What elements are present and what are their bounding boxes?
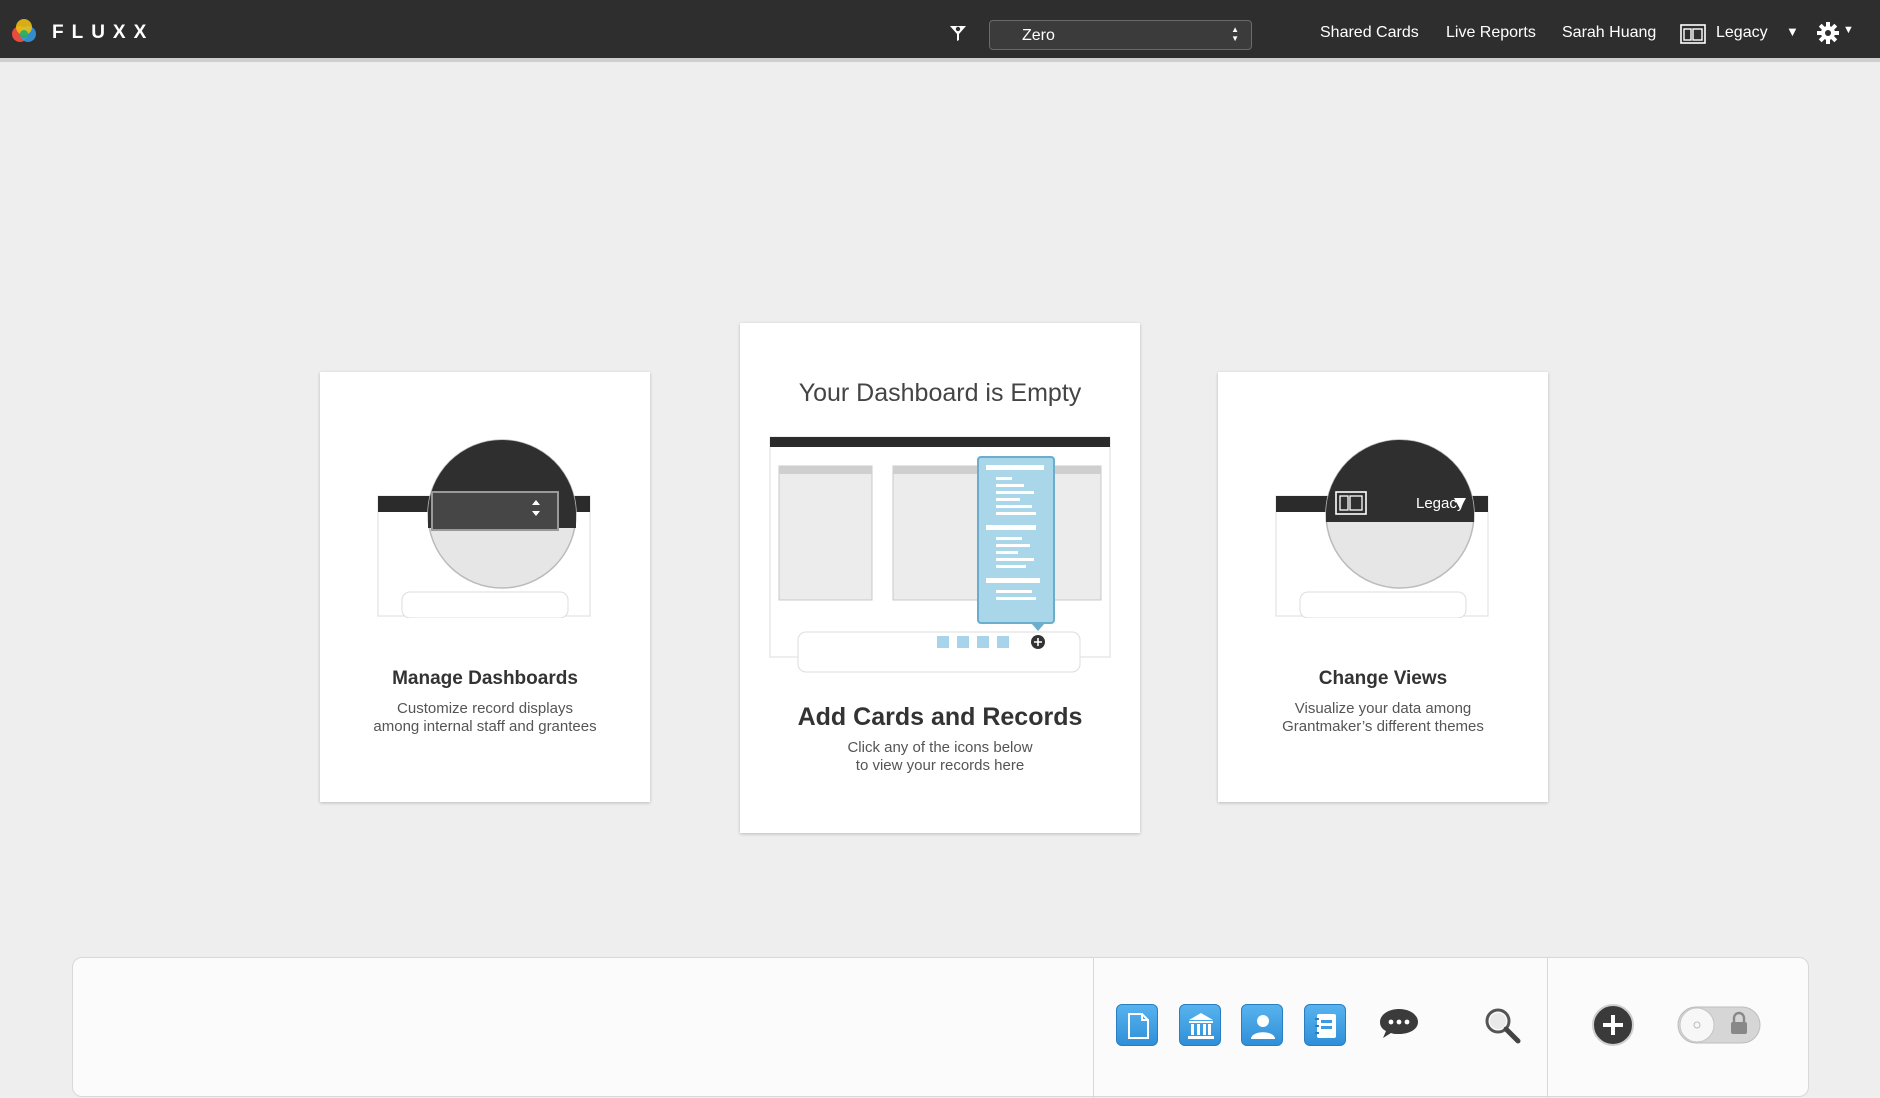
dashboard-select[interactable]: Zero ▲ ▼ (989, 20, 1252, 50)
institution-button[interactable] (1179, 1004, 1221, 1046)
legacy-view-icon[interactable] (1680, 24, 1706, 44)
notebook-button[interactable] (1304, 1004, 1346, 1046)
dock-divider (1547, 958, 1548, 1098)
gear-caret-icon[interactable]: ▼ (1843, 24, 1854, 36)
bottom-dock (72, 957, 1809, 1098)
search-icon[interactable] (1482, 1005, 1522, 1045)
add-icon[interactable] (1591, 1003, 1635, 1047)
add-cards-card: Your Dashboard is Empty Add Cards and Re… (740, 323, 1140, 833)
institution-icon (1188, 1013, 1214, 1039)
shared-cards-link[interactable]: Shared Cards (1320, 24, 1419, 42)
document-icon (1128, 1013, 1149, 1039)
logo-icon[interactable] (10, 18, 38, 46)
person-icon (1251, 1015, 1275, 1039)
change-views-desc-2: Grantmaker’s different themes (1282, 718, 1484, 735)
change-views-illus-label: Legacy (1416, 495, 1465, 512)
add-cards-illustration (769, 436, 1111, 673)
dock-divider (1093, 958, 1094, 1098)
chat-icon[interactable] (1376, 1006, 1422, 1042)
manage-dashboards-card: Manage Dashboards Customize record displ… (320, 372, 650, 802)
person-button[interactable] (1241, 1004, 1283, 1046)
manage-dashboards-title: Manage Dashboards (392, 668, 578, 689)
manage-dashboards-desc-1: Customize record displays (397, 700, 573, 717)
change-views-illustration (1275, 439, 1489, 618)
manage-dashboards-desc-2: among internal staff and grantees (373, 718, 597, 735)
change-views-desc-1: Visualize your data among (1294, 700, 1472, 717)
change-views-card: Legacy Change Views Visualize your data … (1218, 372, 1548, 802)
select-arrows-icon: ▲ ▼ (1231, 25, 1239, 43)
logo-text[interactable]: FLUXX (52, 22, 154, 44)
lock-toggle[interactable] (1677, 1006, 1761, 1044)
change-views-title: Change Views (1318, 668, 1448, 689)
manage-dashboards-illustration (377, 439, 591, 618)
empty-dashboard-heading: Your Dashboard is Empty (798, 379, 1082, 407)
live-reports-link[interactable]: Live Reports (1446, 24, 1536, 42)
notebook-icon (1315, 1014, 1336, 1038)
add-cards-desc-1: Click any of the icons below (847, 739, 1033, 756)
dashboard-select-value: Zero (1022, 27, 1055, 44)
view-switcher[interactable]: Legacy (1716, 24, 1768, 42)
add-cards-title: Add Cards and Records (797, 703, 1083, 731)
gear-icon[interactable] (1817, 22, 1839, 44)
document-button[interactable] (1116, 1004, 1158, 1046)
top-bar: FLUXX Zero ▲ ▼ Shared Cards Live Reports … (0, 0, 1880, 62)
filter-icon[interactable] (948, 23, 968, 43)
chevron-down-icon[interactable]: ▼ (1786, 24, 1799, 39)
user-menu[interactable]: Sarah Huang (1562, 24, 1656, 42)
add-cards-desc-2: to view your records here (855, 757, 1025, 774)
